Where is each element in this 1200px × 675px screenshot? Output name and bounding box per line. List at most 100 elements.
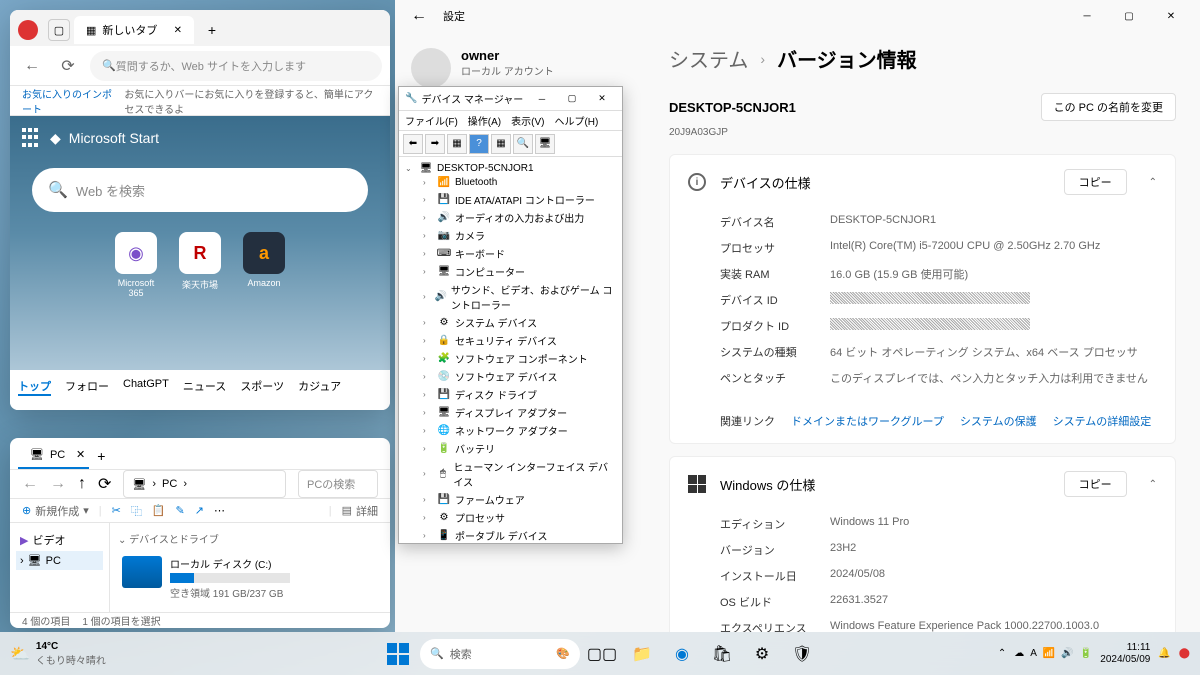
menu-help[interactable]: ヘルプ(H): [554, 113, 598, 128]
tile-amazon[interactable]: aAmazon: [239, 232, 289, 298]
explorer-tab-pc[interactable]: 🖥 PC ✕: [18, 442, 89, 469]
details-view-button[interactable]: ▤詳細: [342, 503, 378, 519]
breadcrumb[interactable]: 🖥 › PC ›: [123, 470, 286, 498]
maximize-button[interactable]: ▢: [558, 89, 586, 109]
taskbar-app-store[interactable]: 🛍: [704, 636, 740, 672]
workspaces-icon[interactable]: ▢: [48, 19, 70, 41]
rename-pc-button[interactable]: この PC の名前を変更: [1041, 93, 1176, 121]
menu-view[interactable]: 表示(V): [511, 113, 544, 128]
menu-file[interactable]: ファイル(F): [405, 113, 458, 128]
tree-item[interactable]: ›💿ソフトウェア デバイス: [405, 367, 616, 385]
copy-icon[interactable]: ⿻: [131, 503, 142, 519]
ime-icon[interactable]: A: [1030, 648, 1037, 659]
taskbar-app[interactable]: 🛡: [784, 636, 820, 672]
browser-tab[interactable]: ▦ 新しいタブ ✕: [74, 16, 194, 44]
back-button[interactable]: ←: [403, 7, 435, 25]
tree-item[interactable]: ›📶Bluetooth: [405, 175, 616, 190]
close-tab-icon[interactable]: ✕: [174, 25, 182, 36]
tree-item[interactable]: ›💾ファームウェア: [405, 490, 616, 508]
new-tab-button[interactable]: +: [198, 16, 226, 44]
weather-widget[interactable]: ⛅ 14°C くもり時々晴れ: [10, 641, 106, 667]
explorer-search[interactable]: PCの検索: [298, 470, 378, 498]
tree-item[interactable]: ›🔊オーディオの入力および出力: [405, 208, 616, 226]
toolbar-button[interactable]: ▦: [491, 134, 511, 154]
tree-item[interactable]: ›🧩ソフトウェア コンポーネント: [405, 349, 616, 367]
tree-root[interactable]: ⌄🖥DESKTOP-5CNJOR1: [405, 161, 616, 175]
back-button[interactable]: ←: [18, 52, 46, 80]
more-icon[interactable]: ⋯: [214, 504, 225, 517]
news-tab-follow[interactable]: フォロー: [65, 378, 109, 396]
windows-specs-header[interactable]: Windows の仕様 コピー ⌃: [670, 457, 1175, 511]
rename-icon[interactable]: ✎: [176, 504, 185, 517]
up-button[interactable]: ↑: [78, 475, 86, 493]
apps-grid-icon[interactable]: [22, 128, 42, 148]
tree-item[interactable]: ›💾ディスク ドライブ: [405, 385, 616, 403]
tile-m365[interactable]: ◉Microsoft 365: [111, 232, 161, 298]
tree-item[interactable]: ›🌐ネットワーク アダプター: [405, 421, 616, 439]
minimize-button[interactable]: ─: [528, 89, 556, 109]
tree-item[interactable]: ›📷カメラ: [405, 226, 616, 244]
section-header[interactable]: ⌄ デバイスとドライブ: [118, 531, 382, 546]
link-protection[interactable]: システムの保護: [960, 413, 1037, 429]
maximize-button[interactable]: ▢: [1108, 2, 1150, 30]
close-button[interactable]: ✕: [588, 89, 616, 109]
copy-button[interactable]: コピー: [1064, 169, 1127, 195]
tray-chevron-icon[interactable]: ⌃: [998, 648, 1006, 659]
tree-item[interactable]: ›🔊サウンド、ビデオ、およびゲーム コントローラー: [405, 280, 616, 313]
battery-icon[interactable]: 🔋: [1080, 648, 1092, 659]
wifi-icon[interactable]: 📶: [1043, 648, 1055, 659]
back-button[interactable]: ⬅: [403, 134, 423, 154]
profile-icon[interactable]: [18, 20, 38, 40]
import-bookmarks-link[interactable]: お気に入りのインポート: [22, 86, 112, 116]
taskbar-app-edge[interactable]: ◉: [664, 636, 700, 672]
notifications-icon[interactable]: 🔔: [1158, 648, 1170, 659]
toolbar-button[interactable]: ▦: [447, 134, 467, 154]
tree-item[interactable]: ›⚙プロセッサ: [405, 508, 616, 526]
sidebar-item-pc[interactable]: ›🖥PC: [16, 551, 103, 570]
news-tab-casual[interactable]: カジュア: [298, 378, 341, 396]
news-tab-news[interactable]: ニュース: [183, 378, 226, 396]
close-button[interactable]: ✕: [1150, 2, 1192, 30]
back-button[interactable]: ←: [22, 475, 38, 493]
tree-item[interactable]: ›💾IDE ATA/ATAPI コントローラー: [405, 190, 616, 208]
taskbar-app-settings[interactable]: ⚙: [744, 636, 780, 672]
new-tab-button[interactable]: +: [97, 448, 105, 464]
minimize-button[interactable]: ─: [1066, 2, 1108, 30]
device-specs-header[interactable]: i デバイスの仕様 コピー ⌃: [670, 155, 1175, 209]
ime-mode-icon[interactable]: ⬤: [1179, 648, 1190, 659]
task-view-button[interactable]: ▢▢: [584, 636, 620, 672]
forward-button[interactable]: →: [50, 475, 66, 493]
new-button[interactable]: ⊕新規作成▾: [22, 503, 89, 519]
news-tab-chatgpt[interactable]: ChatGPT: [123, 378, 169, 396]
tree-item[interactable]: ›🔋バッテリ: [405, 439, 616, 457]
tile-rakuten[interactable]: R楽天市場: [175, 232, 225, 298]
share-icon[interactable]: ↗: [195, 504, 204, 517]
link-advanced[interactable]: システムの詳細設定: [1053, 413, 1152, 429]
onedrive-icon[interactable]: ☁: [1014, 648, 1024, 659]
paste-icon[interactable]: 📋: [152, 504, 166, 517]
tree-item[interactable]: ›🖱ヒューマン インターフェイス デバイス: [405, 457, 616, 490]
refresh-button[interactable]: ⟳: [54, 52, 82, 80]
clock[interactable]: 11:11 2024/05/09: [1100, 642, 1150, 666]
taskbar-app-explorer[interactable]: 📁: [624, 636, 660, 672]
tree-item[interactable]: ›📱ポータブル デバイス: [405, 526, 616, 543]
tree-item[interactable]: ›⚙システム デバイス: [405, 313, 616, 331]
link-domain[interactable]: ドメインまたはワークグループ: [791, 413, 944, 429]
menu-action[interactable]: 操作(A): [468, 113, 501, 128]
sidebar-item-video[interactable]: ▶ビデオ: [16, 529, 103, 551]
breadcrumb-system[interactable]: システム: [669, 44, 748, 73]
help-button[interactable]: ?: [469, 134, 489, 154]
forward-button[interactable]: ➡: [425, 134, 445, 154]
user-info[interactable]: owner ローカル アカウント: [407, 44, 633, 92]
copy-button[interactable]: コピー: [1064, 471, 1127, 497]
volume-icon[interactable]: 🔊: [1061, 648, 1073, 659]
toolbar-button[interactable]: 🖥: [535, 134, 555, 154]
ntp-search-box[interactable]: 🔍 Web を検索: [32, 168, 368, 212]
news-tab-top[interactable]: トップ: [18, 378, 51, 396]
tree-item[interactable]: ›🔒セキュリティ デバイス: [405, 331, 616, 349]
tree-item[interactable]: ›🖥ディスプレイ アダプター: [405, 403, 616, 421]
refresh-button[interactable]: ⟳: [98, 474, 111, 494]
taskbar-search[interactable]: 🔍検索🎨: [420, 639, 580, 669]
start-button[interactable]: [380, 636, 416, 672]
tree-item[interactable]: ›⌨キーボード: [405, 244, 616, 262]
